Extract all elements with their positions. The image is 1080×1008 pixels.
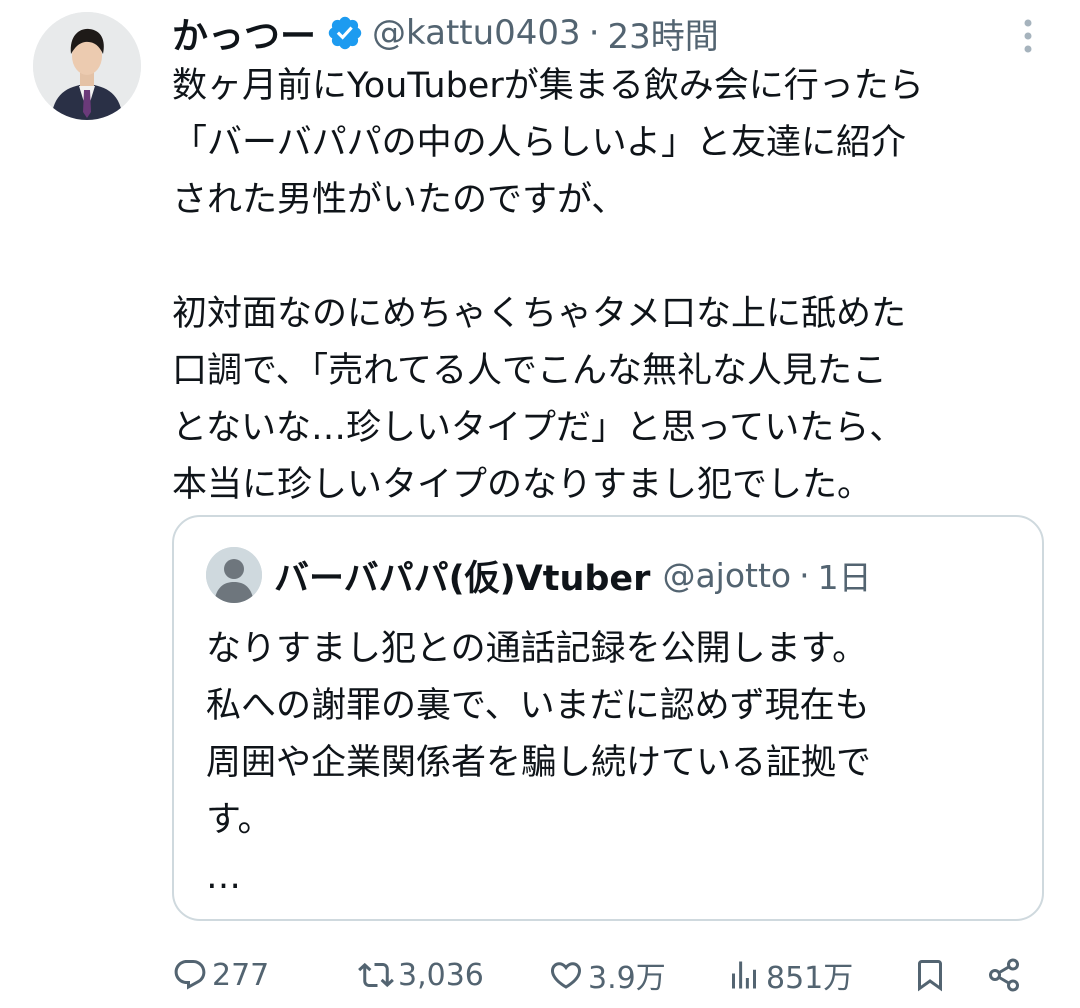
- author-avatar[interactable]: [33, 12, 141, 120]
- action-bar: 277 3,036 3.9万 851万: [172, 950, 1038, 1000]
- reply-button[interactable]: 277: [172, 950, 269, 1000]
- share-icon: [989, 958, 1019, 992]
- verified-badge-icon: [328, 16, 362, 50]
- views-button[interactable]: 851万: [726, 950, 853, 1000]
- quoted-author-handle[interactable]: @ajotto: [662, 556, 791, 595]
- more-vertical-icon: [1024, 19, 1032, 53]
- like-button[interactable]: 3.9万: [548, 950, 666, 1000]
- bookmark-icon: [918, 960, 942, 992]
- repost-button[interactable]: 3,036: [358, 950, 484, 1000]
- tweet-text: 数ヶ月前にYouTuberが集まる飲み会に行ったら 「バーバパパの中の人らしいよ…: [172, 66, 924, 505]
- tweet: かっつー @kattu0403 · 23時間 数ヶ月前にYouTuberが集まる…: [0, 0, 1080, 1008]
- quoted-tweet-timestamp[interactable]: 1日: [818, 551, 872, 599]
- views-icon: [732, 961, 756, 989]
- author-handle[interactable]: @kattu0403: [372, 13, 581, 53]
- quoted-author-avatar[interactable]: [206, 547, 262, 603]
- quoted-tweet[interactable]: バーバパパ(仮)Vtuber @ajotto · 1日 なりすまし犯との通話記録…: [172, 515, 1044, 921]
- share-button[interactable]: [986, 950, 1026, 1000]
- author-display-name[interactable]: かっつー: [172, 7, 316, 59]
- repost-count: 3,036: [398, 957, 484, 993]
- meta-separator: ·: [588, 13, 600, 53]
- bookmark-button[interactable]: [912, 950, 952, 1000]
- tweet-header: かっつー @kattu0403 · 23時間: [172, 8, 719, 58]
- heart-icon: [550, 962, 582, 989]
- views-count: 851万: [766, 961, 854, 996]
- reply-icon: [174, 960, 206, 990]
- quoted-tweet-header: バーバパパ(仮)Vtuber @ajotto · 1日: [274, 547, 872, 603]
- tweet-timestamp[interactable]: 23時間: [608, 9, 719, 58]
- quoted-author-display-name[interactable]: バーバパパ(仮)Vtuber: [274, 550, 650, 601]
- quoted-tweet-text: なりすまし犯との通話記録を公開します。 私への謝罪の裏で、いまだに認めず現在も …: [206, 629, 872, 897]
- repost-icon: [358, 962, 394, 988]
- like-count: 3.9万: [588, 961, 666, 996]
- more-options-button[interactable]: [1014, 16, 1042, 56]
- reply-count: 277: [212, 957, 270, 993]
- quoted-meta-separator: ·: [799, 555, 810, 595]
